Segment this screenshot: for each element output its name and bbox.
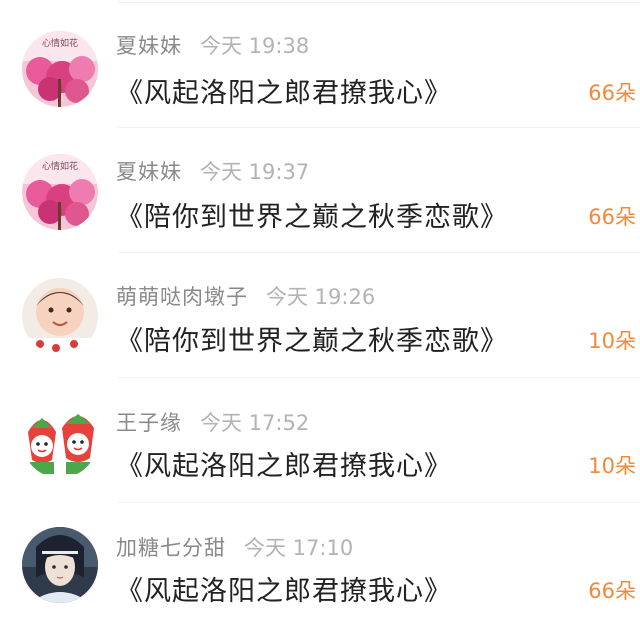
list-item[interactable]: 心情如花 夏妹妹 今天 19:38 《风起洛阳之郎君撩我心》 66朵 <box>0 3 640 128</box>
username-text: 夏妹妹 <box>116 160 182 184</box>
timestamp: 今天 17:10 <box>244 536 354 560</box>
svg-text:心情如花: 心情如花 <box>42 37 78 49</box>
svg-text:心情如花: 心情如花 <box>42 160 78 172</box>
timestamp: 今天 17:52 <box>200 411 310 435</box>
gift-title: 《风起洛阳之郎君撩我心》 <box>116 78 452 109</box>
username: 王子缘 今天 17:52 <box>116 407 309 437</box>
flower-count: 10朵 <box>588 329 636 353</box>
username: 夏妹妹 今天 19:38 <box>116 30 309 60</box>
timestamp: 今天 19:38 <box>200 34 310 58</box>
username: 夏妹妹 今天 19:37 <box>116 156 309 186</box>
flower-count: 10朵 <box>588 454 636 478</box>
timestamp: 今天 19:26 <box>266 285 376 309</box>
gift-title: 《风起洛阳之郎君撩我心》 <box>116 576 452 607</box>
list-item[interactable]: 加糖七分甜 今天 17:10 《风起洛阳之郎君撩我心》 66朵 <box>0 503 640 628</box>
username-text: 王子缘 <box>116 411 182 435</box>
list-item[interactable]: 萌萌哒肉墩子 今天 19:26 《陪你到世界之巅之秋季恋歌》 10朵 <box>0 253 640 378</box>
flower-count: 66朵 <box>588 579 636 603</box>
pink-blossom-avatar[interactable]: 心情如花 <box>22 31 98 107</box>
anime-character-avatar[interactable] <box>22 527 98 603</box>
gift-title: 《陪你到世界之巅之秋季恋歌》 <box>116 202 508 233</box>
pink-blossom-avatar[interactable]: 心情如花 <box>22 154 98 230</box>
gift-title: 《陪你到世界之巅之秋季恋歌》 <box>116 326 508 357</box>
flower-count: 66朵 <box>588 205 636 229</box>
username-text: 加糖七分甜 <box>116 536 226 560</box>
username-text: 夏妹妹 <box>116 34 182 58</box>
flower-count: 66朵 <box>588 81 636 105</box>
username-text: 萌萌哒肉墩子 <box>116 285 248 309</box>
username: 加糖七分甜 今天 17:10 <box>116 532 353 562</box>
list-item[interactable]: 王子缘 今天 17:52 《风起洛阳之郎君撩我心》 10朵 <box>0 378 640 503</box>
gift-title: 《风起洛阳之郎君撩我心》 <box>116 451 452 482</box>
timestamp: 今天 19:37 <box>200 160 310 184</box>
strawberry-cartoon-avatar[interactable] <box>22 402 98 478</box>
list-item[interactable]: 心情如花 夏妹妹 今天 19:37 《陪你到世界之巅之秋季恋歌》 66朵 <box>0 128 640 253</box>
username: 萌萌哒肉墩子 今天 19:26 <box>116 281 375 311</box>
gift-record-list: 心情如花 夏妹妹今天 19:38 《风起洛阳之郎君撩我心》 66朵 心情如花 <box>0 0 640 634</box>
baby-face-avatar[interactable] <box>22 278 98 354</box>
